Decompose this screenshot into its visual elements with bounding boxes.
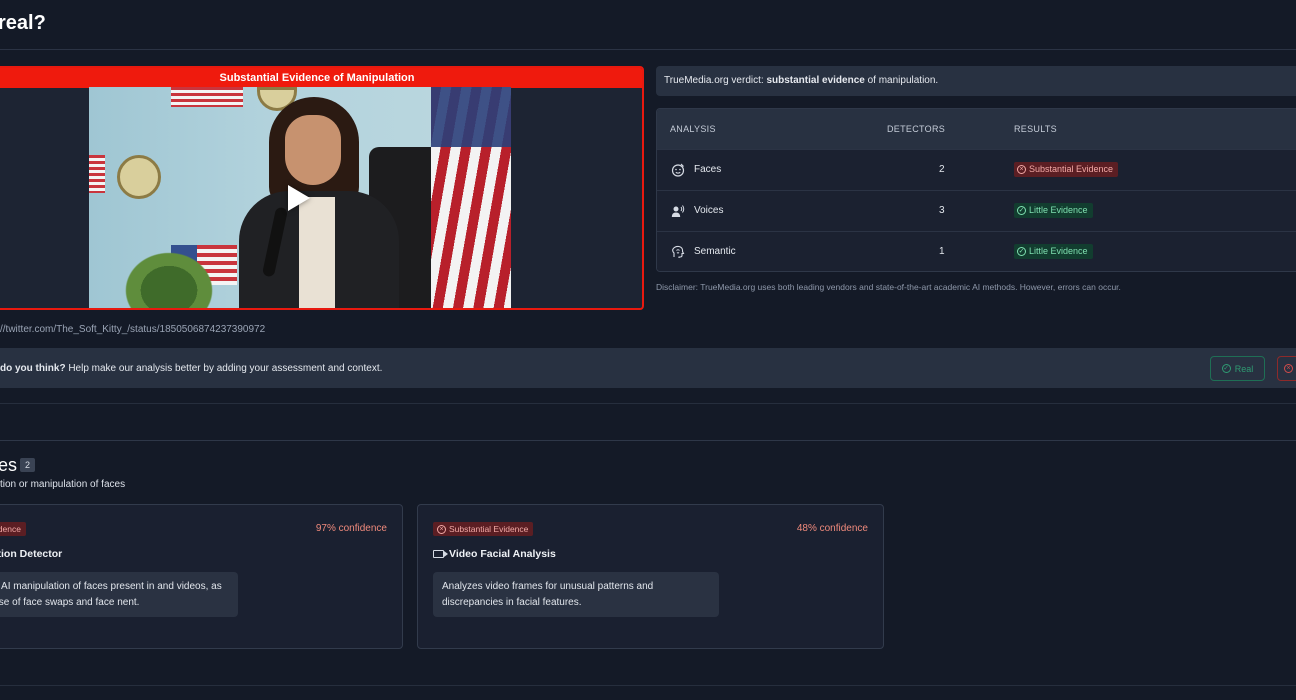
section-title: es bbox=[0, 455, 18, 475]
check-circle-icon: ✓ bbox=[1017, 247, 1026, 256]
header-detectors: DETECTORS bbox=[887, 124, 946, 134]
header-bar: real? bbox=[0, 0, 1296, 50]
row-label: Voices bbox=[694, 205, 724, 216]
confidence-value: 48% confidence bbox=[796, 523, 868, 534]
face-icon bbox=[671, 163, 685, 177]
row-label: Semantic bbox=[694, 246, 736, 257]
flag-graphic bbox=[431, 87, 511, 308]
feedback-prompt: do you think? Help make our analysis bet… bbox=[0, 363, 383, 374]
row-count: 3 bbox=[939, 205, 945, 216]
confidence-value: 97% confidence bbox=[315, 523, 387, 534]
disclaimer-text: Disclaimer: TrueMedia.org uses both lead… bbox=[656, 282, 1121, 292]
manipulation-banner: Substantial Evidence of Manipulation bbox=[0, 68, 642, 88]
table-row-semantic[interactable]: Semantic 1 ✓ Little Evidence bbox=[657, 231, 1296, 271]
header-results: RESULTS bbox=[1014, 124, 1057, 134]
table-header: ANALYSIS DETECTORS RESULTS bbox=[657, 109, 1296, 149]
detector-name: Manipulation Detector bbox=[0, 548, 63, 560]
verdict-box: TrueMedia.org verdict: substantial evide… bbox=[656, 66, 1296, 96]
page-title: real? bbox=[0, 12, 46, 34]
plant-graphic bbox=[119, 247, 219, 308]
fake-button[interactable]: × bbox=[1277, 356, 1296, 381]
status-badge: ✓ Little Evidence bbox=[1014, 203, 1093, 218]
x-circle-icon: × bbox=[1284, 364, 1293, 373]
check-circle-icon: ✓ bbox=[1017, 206, 1026, 215]
header-analysis: ANALYSIS bbox=[670, 124, 716, 134]
check-circle-icon: ✓ bbox=[1221, 364, 1231, 373]
row-label: Faces bbox=[694, 164, 722, 175]
divider bbox=[0, 440, 1296, 441]
media-card: Substantial Evidence of Manipulation bbox=[0, 66, 644, 310]
seal-graphic bbox=[117, 155, 161, 199]
flag-graphic bbox=[89, 155, 105, 193]
detector-card: × Substantial Evidence 48% confidence Vid… bbox=[417, 504, 884, 649]
detector-card: ×ntial Evidence 97% confidence Manipulat… bbox=[0, 504, 403, 649]
detector-description: potential AI manipulation of faces prese… bbox=[0, 572, 238, 617]
divider bbox=[0, 685, 1296, 686]
status-badge: ×ntial Evidence bbox=[0, 522, 26, 536]
detector-name: Video Facial Analysis bbox=[433, 548, 556, 560]
analysis-table: ANALYSIS DETECTORS RESULTS Faces 2 × Subs… bbox=[656, 108, 1296, 272]
play-icon[interactable] bbox=[288, 185, 310, 211]
feedback-bar: do you think? Help make our analysis bet… bbox=[0, 348, 1296, 388]
flag-graphic bbox=[171, 87, 243, 107]
video-player[interactable] bbox=[89, 87, 511, 308]
video-icon bbox=[433, 550, 448, 558]
verdict-strong: substantial evidence bbox=[766, 75, 865, 86]
section-count-badge: 2 bbox=[20, 458, 35, 472]
status-badge: × Substantial Evidence bbox=[433, 522, 534, 536]
table-row-voices[interactable]: Voices 3 ✓ Little Evidence bbox=[657, 190, 1296, 231]
row-count: 1 bbox=[939, 246, 945, 257]
table-row-faces[interactable]: Faces 2 × Substantial Evidence bbox=[657, 149, 1296, 190]
voice-icon bbox=[671, 205, 685, 217]
verdict-prefix: TrueMedia.org verdict: bbox=[664, 75, 767, 86]
detector-description: Analyzes video frames for unusual patter… bbox=[433, 572, 719, 617]
speaker-figure bbox=[239, 97, 399, 308]
semantic-icon bbox=[672, 245, 685, 258]
x-circle-icon: × bbox=[437, 524, 446, 534]
status-badge: ✓ Little Evidence bbox=[1014, 244, 1093, 259]
divider bbox=[0, 403, 1296, 404]
row-count: 2 bbox=[939, 164, 945, 175]
section-subtitle: tion or manipulation of faces bbox=[0, 479, 126, 490]
real-button[interactable]: ✓ Real bbox=[1210, 356, 1265, 381]
verdict-suffix: of manipulation. bbox=[864, 75, 939, 86]
source-url-link[interactable]: //twitter.com/The_Soft_Kitty_/status/185… bbox=[0, 324, 265, 335]
x-circle-icon: × bbox=[1017, 165, 1026, 174]
status-badge: × Substantial Evidence bbox=[1014, 162, 1119, 177]
